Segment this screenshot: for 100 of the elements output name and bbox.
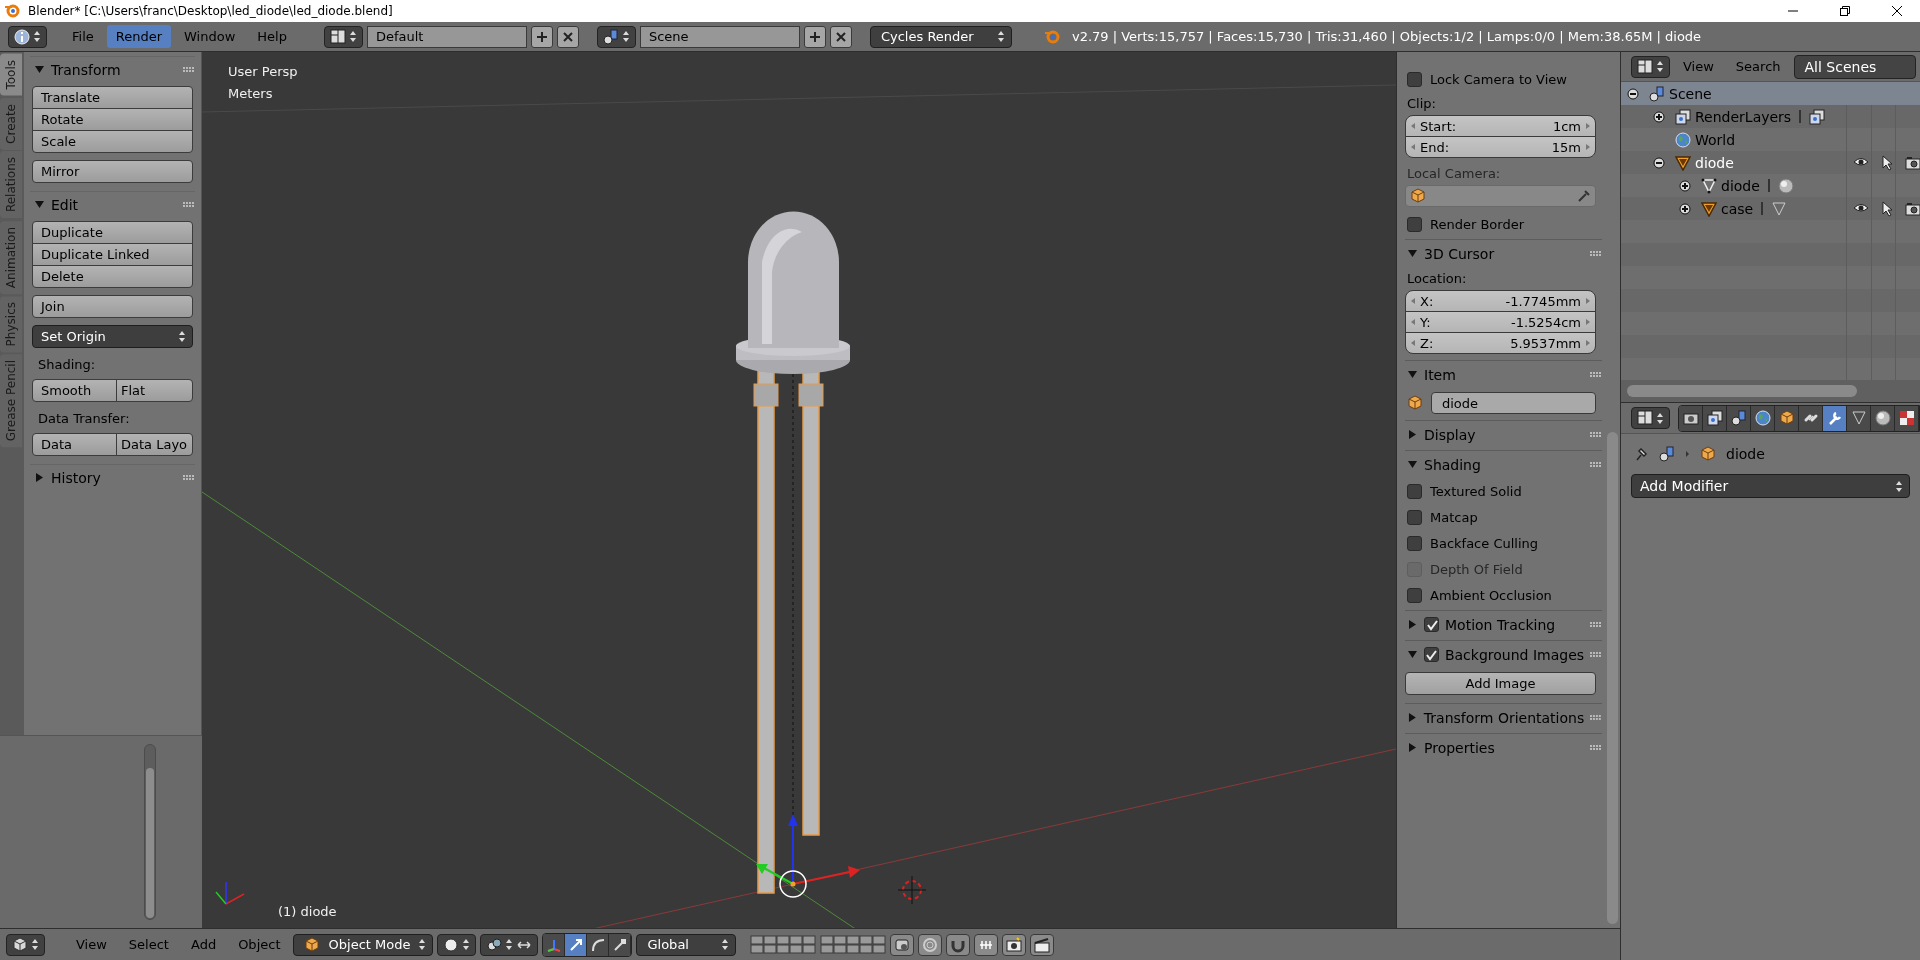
properties-tab[interactable] — [1751, 405, 1775, 431]
collapse-triangle-icon[interactable] — [34, 64, 45, 75]
panel-title[interactable]: Transform Orientations — [1423, 709, 1585, 726]
tool-tab[interactable]: Grease Pencil — [0, 354, 22, 448]
add-modifier-dropdown[interactable]: Add Modifier — [1631, 474, 1910, 498]
grip-icon[interactable] — [1590, 431, 1602, 438]
number-field[interactable]: End: 15m — [1405, 136, 1596, 158]
collapse-icon[interactable] — [1627, 87, 1639, 100]
manipulator-toggle[interactable] — [565, 933, 588, 956]
display-mode-dropdown[interactable]: All Scenes — [1793, 54, 1916, 79]
snap-button[interactable] — [974, 933, 999, 956]
add-scene-button[interactable] — [803, 25, 826, 48]
tool-tab[interactable]: Tools — [0, 54, 22, 96]
menu-item[interactable]: File — [63, 25, 103, 48]
outliner-row[interactable]: RenderLayers — [1621, 105, 1920, 128]
menu-item[interactable]: Window — [175, 25, 245, 48]
pin-icon[interactable] — [1633, 446, 1649, 462]
collapse-triangle-icon[interactable] — [1407, 459, 1418, 470]
scrollbar[interactable] — [144, 744, 156, 920]
tool-button[interactable]: Duplicate Linked — [32, 243, 193, 266]
properties-tab[interactable] — [1679, 405, 1703, 431]
layer-grid[interactable] — [820, 935, 887, 954]
properties-tab[interactable] — [1727, 405, 1751, 431]
delete-scene-button[interactable] — [829, 25, 852, 48]
checkbox[interactable] — [1407, 535, 1422, 551]
led-model-drawing[interactable] — [736, 211, 850, 894]
tool-button[interactable]: Data Layo — [116, 433, 193, 456]
scrollbar[interactable] — [1627, 385, 1857, 397]
proportional-button[interactable] — [890, 933, 915, 956]
grip-icon[interactable] — [1590, 651, 1602, 658]
properties-tab[interactable] — [1799, 405, 1823, 431]
orientation-dropdown[interactable]: Global — [636, 933, 737, 956]
collapse-triangle-icon[interactable] — [1407, 248, 1418, 259]
pointer-icon[interactable] — [1880, 154, 1894, 171]
properties-tab[interactable] — [1703, 405, 1727, 431]
menu-item[interactable]: Object — [229, 933, 290, 956]
panel-title[interactable]: Item — [1424, 366, 1584, 383]
collapse-triangle-icon[interactable] — [34, 199, 45, 210]
panel-title[interactable]: Edit — [51, 196, 177, 213]
tool-button[interactable]: Delete — [32, 265, 193, 288]
grip-icon[interactable] — [1590, 461, 1602, 468]
number-field[interactable]: Start: 1cm — [1405, 115, 1596, 137]
delete-layout-button[interactable] — [556, 25, 579, 48]
pivot-dropdown[interactable] — [480, 933, 539, 956]
tool-button[interactable]: Flat — [116, 379, 193, 402]
menu-item[interactable]: Search — [1726, 55, 1790, 78]
editor-type-button[interactable] — [6, 933, 45, 956]
grip-icon[interactable] — [183, 66, 195, 73]
expand-triangle-icon[interactable] — [1407, 712, 1418, 723]
outliner-row[interactable]: diode — [1621, 174, 1920, 197]
camera-icon[interactable] — [1905, 154, 1920, 171]
render-button[interactable] — [1002, 933, 1027, 956]
menu-item[interactable]: View — [1674, 55, 1723, 78]
grip-icon[interactable] — [1590, 621, 1602, 628]
panel-title[interactable]: Properties — [1424, 739, 1584, 756]
magnet-button[interactable] — [946, 933, 971, 956]
menu-item[interactable]: View — [67, 933, 116, 956]
checkbox[interactable] — [1407, 71, 1422, 87]
manipulator-toggle[interactable] — [543, 933, 566, 956]
collapse-triangle-icon[interactable] — [1407, 649, 1418, 660]
expand-triangle-icon[interactable] — [1407, 619, 1418, 630]
properties-tab[interactable] — [1823, 405, 1847, 431]
tool-tab[interactable]: Physics — [0, 295, 22, 353]
tool-button[interactable]: Data — [32, 433, 117, 456]
outliner-row[interactable]: World — [1621, 128, 1920, 151]
tool-tab[interactable]: Animation — [0, 220, 22, 294]
dropdown[interactable]: Set Origin — [32, 325, 193, 348]
properties-tab[interactable] — [1775, 405, 1799, 431]
layout-name-field[interactable]: Default — [366, 25, 527, 48]
editor-type-button[interactable] — [1631, 407, 1670, 429]
manipulator-toggle[interactable] — [587, 933, 610, 956]
expand-triangle-icon[interactable] — [34, 472, 45, 483]
tool-button[interactable]: Join — [32, 295, 193, 318]
checkbox[interactable] — [1407, 216, 1422, 232]
ring-button[interactable] — [918, 933, 943, 956]
grip-icon[interactable] — [183, 474, 195, 481]
number-field[interactable]: Z: 5.9537mm — [1405, 332, 1596, 354]
grip-icon[interactable] — [183, 201, 195, 208]
editor-type-button[interactable] — [1631, 55, 1670, 78]
tool-tab[interactable]: Create — [0, 97, 22, 150]
grip-icon[interactable] — [1590, 371, 1602, 378]
layer-grid[interactable] — [750, 935, 817, 954]
expand-icon[interactable] — [1679, 202, 1691, 215]
scrollbar[interactable] — [1607, 432, 1618, 924]
collapse-triangle-icon[interactable] — [1407, 369, 1418, 380]
expand-icon[interactable] — [1653, 110, 1665, 123]
mode-dropdown[interactable]: Object Mode — [293, 933, 434, 956]
panel-title[interactable]: History — [51, 469, 177, 486]
clapper-button[interactable] — [1030, 933, 1055, 956]
expand-triangle-icon[interactable] — [1407, 429, 1418, 440]
properties-tab[interactable] — [1895, 405, 1919, 431]
render-engine-dropdown[interactable]: Cycles Render — [869, 25, 1012, 48]
outliner-row[interactable]: Scene — [1621, 82, 1920, 105]
panel-title[interactable]: Shading — [1424, 456, 1584, 473]
layout-selector[interactable] — [323, 25, 363, 48]
scene-selector[interactable] — [596, 25, 636, 48]
panel-title[interactable]: Motion Tracking — [1445, 616, 1584, 633]
add-image-button[interactable]: Add Image — [1405, 672, 1596, 695]
panel-title[interactable]: Background Images — [1444, 646, 1585, 663]
pointer-icon[interactable] — [1880, 200, 1894, 217]
